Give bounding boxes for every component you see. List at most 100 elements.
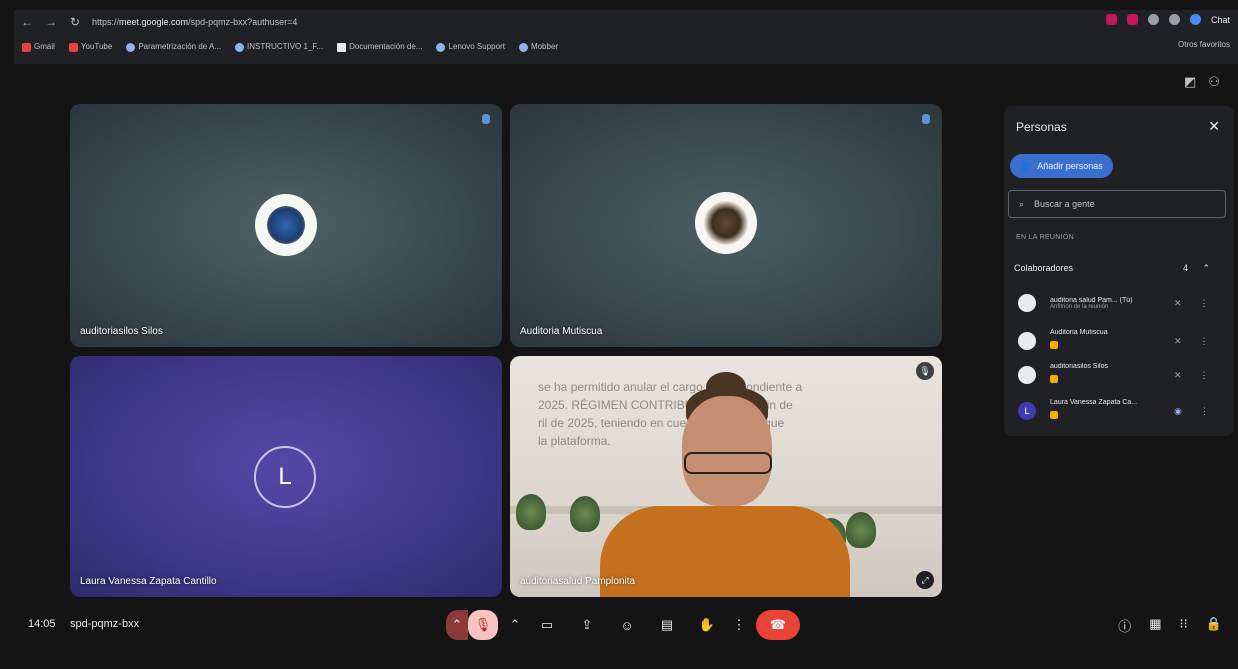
bookmark-item[interactable]: Gmail: [22, 42, 55, 52]
extensions: Chat: [1105, 14, 1230, 25]
mic-off-icon[interactable]: ✕: [1174, 370, 1182, 381]
profile-chat[interactable]: Chat: [1211, 15, 1230, 25]
plant: [516, 494, 546, 530]
mic-icon[interactable]: 🎙: [916, 362, 934, 380]
puzzle-icon[interactable]: [1168, 14, 1180, 25]
bookmark-item[interactable]: Lenovo Support: [436, 42, 505, 52]
side-controls: ⓘ ▦ ⁝⁝ 🔒: [1118, 616, 1222, 635]
address-bar[interactable]: https://meet.google.com/spd-pqmz-bxx?aut…: [92, 17, 352, 27]
speaking-icon: [922, 114, 930, 124]
bookmark-item[interactable]: Mobber: [518, 42, 558, 52]
globe-icon: [126, 42, 136, 52]
participant-tile[interactable]: auditoriasilos Silos: [70, 104, 502, 347]
info-icon[interactable]: ⓘ: [1118, 616, 1131, 635]
reload-icon[interactable]: ↻: [68, 15, 82, 29]
panel-title: Personas: [1016, 120, 1067, 134]
meeting-code: spd-pqmz-bxx: [70, 618, 140, 630]
pin-icon[interactable]: ⤢: [916, 571, 934, 589]
bookmark-item[interactable]: INSTRUCTIVO 1_F...: [235, 42, 323, 52]
collaborator-badge: [1050, 410, 1058, 419]
logo: [704, 201, 748, 245]
url-row: ← → ↻ https://meet.google.com/spd-pqmz-b…: [14, 10, 1238, 34]
extension-icon[interactable]: [1126, 14, 1138, 25]
globe-icon: [436, 42, 446, 52]
avatar: [695, 192, 757, 254]
more-icon[interactable]: ⋮: [1200, 336, 1209, 347]
back-icon[interactable]: ←: [20, 15, 34, 29]
bookmark-item[interactable]: YouTube: [68, 42, 112, 52]
person-row[interactable]: L Laura Vanessa Zapata Ca... ◉ ⋮: [1018, 396, 1228, 426]
person-row[interactable]: auditoria salud Pam... (Tú) Anfitrión de…: [1018, 288, 1228, 318]
forward-icon[interactable]: →: [44, 15, 58, 29]
call-controls-bar: 14:05 spd-pqmz-bxx ⌃ 🎙 ⌃ ▭ ⇪ ☺ ▤ ✋ ⋮ ☎ ⓘ…: [0, 604, 1238, 652]
more-icon[interactable]: ⋮: [732, 610, 746, 640]
people-panel: Personas ✕ 👤 Añadir personas ⌕ Buscar a …: [1004, 106, 1234, 436]
youtube-icon: [68, 42, 78, 52]
avatar: L: [254, 446, 316, 508]
person-row[interactable]: auditoriasilos Silos ✕ ⋮: [1018, 360, 1228, 390]
emoji-icon[interactable]: ☺: [612, 610, 642, 640]
person-add-icon: 👤: [1020, 160, 1032, 171]
plant: [846, 512, 876, 548]
speaking-icon: [482, 114, 490, 124]
no-camera-icon[interactable]: ◩: [1184, 74, 1196, 90]
camera-options-chevron-icon[interactable]: ⌃: [508, 610, 522, 640]
avatar: L: [1018, 402, 1036, 420]
present-icon[interactable]: ⇪: [572, 610, 602, 640]
avatar: [1018, 332, 1036, 350]
participant-tile[interactable]: L Laura Vanessa Zapata Cantillo: [70, 356, 502, 597]
collaborators-group[interactable]: Colaboradores 4 ⌃: [1014, 258, 1224, 278]
camera-icon[interactable]: ▭: [532, 610, 562, 640]
participant-tile[interactable]: Auditoria Mutiscua: [510, 104, 942, 347]
person-head: [682, 396, 772, 506]
collaborator-badge: [1050, 374, 1058, 383]
avatar: [1018, 366, 1036, 384]
avatar[interactable]: [1189, 14, 1201, 25]
captions-icon[interactable]: ▤: [652, 610, 682, 640]
participant-name: Auditoria Mutiscua: [520, 326, 603, 337]
collaborator-badge: [1050, 340, 1058, 349]
more-icon[interactable]: ⋮: [1200, 298, 1209, 309]
more-icon[interactable]: ⋮: [1200, 370, 1209, 381]
participant-tile[interactable]: se ha permitido anular el cargo correspo…: [510, 356, 942, 597]
call-controls: ⌃ 🎙 ⌃ ▭ ⇪ ☺ ▤ ✋ ⋮ ☎: [446, 610, 800, 640]
group-count: 4: [1182, 263, 1188, 273]
person-body: [600, 506, 850, 597]
screen: ← → ↻ https://meet.google.com/spd-pqmz-b…: [0, 0, 1238, 669]
mic-off-icon[interactable]: 🎙: [468, 610, 498, 640]
participant-name: auditoriasalud Pamplonita: [520, 576, 636, 587]
participants-icon[interactable]: ⚇: [1208, 74, 1220, 90]
search-people-input[interactable]: ⌕ Buscar a gente: [1008, 190, 1226, 218]
avatar: [1018, 294, 1036, 312]
chat-icon[interactable]: ▦: [1149, 616, 1161, 635]
gmail-icon: [22, 42, 31, 52]
doc-icon: [337, 42, 347, 52]
close-icon[interactable]: ✕: [1208, 118, 1220, 135]
activities-icon[interactable]: ⁝⁝: [1180, 616, 1188, 635]
avatar: [255, 194, 317, 256]
raise-hand-icon[interactable]: ✋: [692, 610, 722, 640]
plant: [570, 496, 600, 532]
globe-icon: [518, 42, 528, 52]
more-icon[interactable]: ⋮: [1200, 406, 1209, 417]
bookmarks-bar: Gmail YouTube Parametrización de A... IN…: [14, 36, 1238, 58]
extension-icon[interactable]: [1147, 14, 1159, 25]
mic-options-chevron-icon[interactable]: ⌃: [446, 610, 468, 640]
person-row[interactable]: Auditoria Mutiscua ✕ ⋮: [1018, 326, 1228, 356]
speaking-icon: ◉: [1174, 405, 1182, 416]
extension-icon[interactable]: [1105, 14, 1117, 25]
globe-icon: [235, 42, 245, 52]
chevron-up-icon[interactable]: ⌃: [1202, 263, 1210, 274]
end-call-icon[interactable]: ☎: [756, 610, 800, 640]
host-controls-icon[interactable]: 🔒: [1206, 616, 1222, 635]
participant-name: auditoriasilos Silos: [80, 326, 163, 337]
bookmark-item[interactable]: Parametrización de A...: [126, 42, 221, 52]
meeting-time: 14:05: [28, 618, 56, 630]
bookmark-item[interactable]: Documentación de...: [337, 42, 422, 52]
mic-off-icon[interactable]: ✕: [1174, 298, 1182, 309]
browser-chrome: ← → ↻ https://meet.google.com/spd-pqmz-b…: [14, 10, 1238, 64]
add-people-button[interactable]: 👤 Añadir personas: [1010, 154, 1113, 178]
all-bookmarks[interactable]: Otros favoritos: [1178, 40, 1230, 49]
mic-off-icon[interactable]: ✕: [1174, 336, 1182, 347]
person-glasses: [684, 452, 772, 474]
